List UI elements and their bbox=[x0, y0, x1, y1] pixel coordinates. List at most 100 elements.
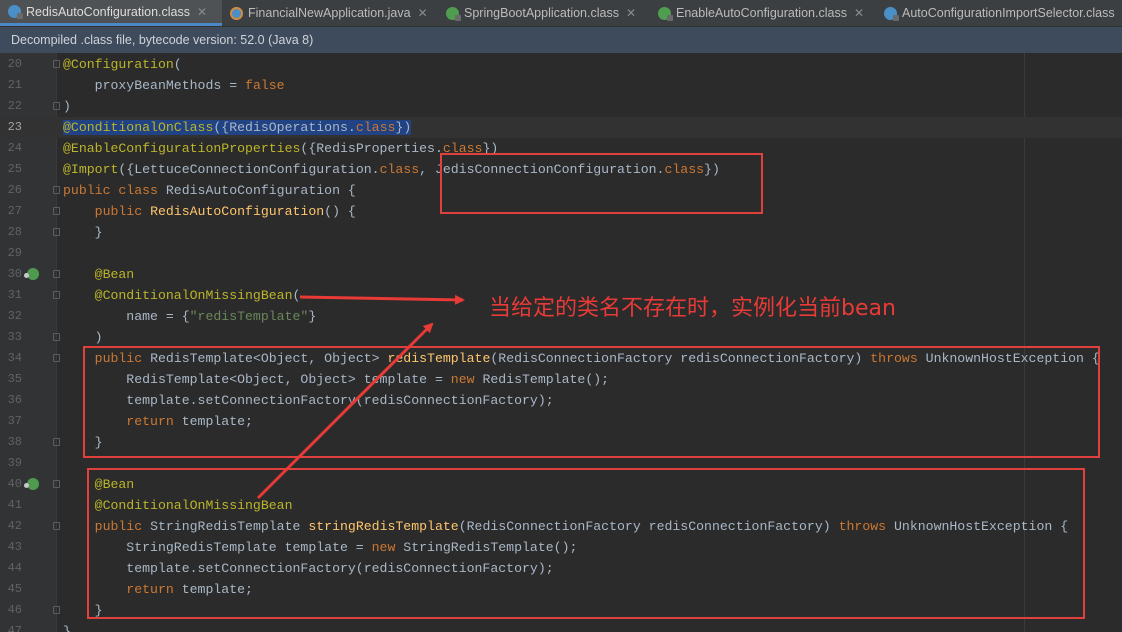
code-line[interactable]: 29 bbox=[0, 243, 1122, 264]
code-token: ( bbox=[292, 288, 301, 303]
code-token: } bbox=[308, 309, 317, 324]
fold-marker-icon[interactable] bbox=[53, 480, 60, 488]
code-token: @Bean bbox=[63, 267, 135, 282]
fold-marker-icon[interactable] bbox=[53, 606, 60, 614]
code-token: ( bbox=[173, 57, 182, 72]
code-token: RedisAutoConfiguration bbox=[150, 204, 325, 219]
tab-label: FinancialNewApplication.java bbox=[248, 6, 411, 20]
close-tab-icon[interactable]: ✕ bbox=[854, 6, 864, 20]
line-number: 20 bbox=[7, 57, 22, 71]
code-line[interactable]: 47} bbox=[0, 621, 1122, 632]
line-number: 25 bbox=[7, 162, 22, 176]
code-line[interactable]: 20 @Configuration( bbox=[0, 54, 1122, 75]
code-token: @Configuration bbox=[63, 57, 174, 72]
fold-marker-icon[interactable] bbox=[53, 438, 60, 446]
line-number: 21 bbox=[7, 78, 22, 92]
code-token: class bbox=[355, 120, 396, 135]
line-number: 35 bbox=[7, 372, 22, 386]
fold-marker-icon[interactable] bbox=[53, 333, 60, 341]
line-number: 26 bbox=[7, 183, 22, 197]
code-line[interactable]: 22) bbox=[0, 96, 1122, 117]
line-number: 34 bbox=[7, 351, 22, 365]
code-text: @ConditionalOnClass({RedisOperations.cla… bbox=[63, 117, 412, 138]
fold-marker-icon[interactable] bbox=[53, 522, 60, 530]
code-text: @EnableConfigurationProperties({RedisPro… bbox=[63, 138, 498, 159]
code-text: public RedisAutoConfiguration() { bbox=[63, 201, 356, 222]
code-token: () { bbox=[324, 204, 356, 219]
code-token: ) bbox=[63, 330, 103, 345]
tab-label: AutoConfigurationImportSelector.class bbox=[902, 6, 1115, 20]
code-token: ({LettuceConnectionConfiguration. bbox=[118, 162, 380, 177]
tab-4[interactable]: AutoConfigurationImportSelector.class bbox=[876, 0, 1122, 26]
line-number: 28 bbox=[7, 225, 22, 239]
code-line[interactable]: 21 proxyBeanMethods = false bbox=[0, 75, 1122, 96]
line-number: 32 bbox=[7, 309, 22, 323]
line-number: 29 bbox=[7, 246, 22, 260]
fold-marker-icon[interactable] bbox=[53, 207, 60, 215]
tab-label: SpringBootApplication.class bbox=[464, 6, 619, 20]
code-token: public bbox=[63, 204, 151, 219]
code-token: RedisAutoConfiguration { bbox=[165, 183, 356, 198]
fold-marker-icon[interactable] bbox=[53, 60, 60, 68]
line-number: 41 bbox=[7, 498, 22, 512]
code-token: @ConditionalOnMissingBean bbox=[63, 288, 293, 303]
code-token: @Import bbox=[63, 162, 119, 177]
bean-gutter-icon[interactable] bbox=[24, 268, 39, 280]
code-token: proxyBeanMethods = bbox=[63, 78, 246, 93]
java-file-icon bbox=[230, 6, 243, 20]
fold-marker-icon[interactable] bbox=[53, 228, 60, 236]
fold-marker-icon[interactable] bbox=[53, 291, 60, 299]
fold-marker-icon[interactable] bbox=[53, 270, 60, 278]
code-token: @ConditionalOnClass bbox=[63, 120, 214, 135]
code-text: proxyBeanMethods = false bbox=[63, 75, 285, 96]
fold-marker-icon[interactable] bbox=[53, 186, 60, 194]
highlight-box-jedis-import bbox=[440, 153, 763, 214]
code-line[interactable]: 23 @ConditionalOnClass({RedisOperations.c… bbox=[0, 117, 1122, 138]
line-number: 40 bbox=[7, 477, 22, 491]
line-number: 23 bbox=[7, 120, 22, 134]
line-number: 43 bbox=[7, 540, 22, 554]
line-number: 45 bbox=[7, 582, 22, 596]
tab-3[interactable]: EnableAutoConfiguration.class ✕ bbox=[650, 0, 876, 26]
code-token: ) bbox=[63, 99, 71, 114]
code-line[interactable]: 30 @Bean bbox=[0, 264, 1122, 285]
close-tab-icon[interactable]: ✕ bbox=[418, 6, 428, 20]
code-line[interactable]: 28 } bbox=[0, 222, 1122, 243]
line-number: 39 bbox=[7, 456, 22, 470]
line-number: 44 bbox=[7, 561, 22, 575]
code-token: } bbox=[63, 624, 71, 632]
code-text: @Configuration( bbox=[63, 54, 182, 75]
line-number: 36 bbox=[7, 393, 22, 407]
line-number: 46 bbox=[7, 603, 22, 617]
code-token: class bbox=[379, 162, 420, 177]
bean-gutter-icon[interactable] bbox=[24, 478, 39, 490]
line-number: 33 bbox=[7, 330, 22, 344]
code-token: public class bbox=[63, 183, 166, 198]
code-token: name = { bbox=[63, 309, 190, 324]
code-text: name = {"redisTemplate"} bbox=[63, 306, 316, 327]
line-number: 42 bbox=[7, 519, 22, 533]
line-number: 24 bbox=[7, 141, 22, 155]
line-number: 47 bbox=[7, 624, 22, 632]
tab-2[interactable]: SpringBootApplication.class ✕ bbox=[438, 0, 650, 26]
code-token: } bbox=[63, 225, 103, 240]
fold-marker-icon[interactable] bbox=[53, 354, 60, 362]
highlight-box-redis-template-method bbox=[83, 346, 1100, 458]
tab-1[interactable]: FinancialNewApplication.java ✕ bbox=[222, 0, 438, 26]
decompiled-info-bar: Decompiled .class file, bytecode version… bbox=[0, 27, 1122, 53]
code-line[interactable]: 33 ) bbox=[0, 327, 1122, 348]
fold-marker-icon[interactable] bbox=[53, 102, 60, 110]
code-text: } bbox=[63, 222, 103, 243]
editor-tab-bar: RedisAutoConfiguration.class ✕ FinancialNe… bbox=[0, 0, 1122, 27]
line-number: 27 bbox=[7, 204, 22, 218]
code-token: ({RedisProperties. bbox=[300, 141, 443, 156]
close-tab-icon[interactable]: ✕ bbox=[197, 5, 207, 19]
code-text: public class RedisAutoConfiguration { bbox=[63, 180, 356, 201]
close-tab-icon[interactable]: ✕ bbox=[626, 6, 636, 20]
code-token: "redisTemplate" bbox=[189, 309, 309, 324]
class-file-icon bbox=[8, 5, 23, 19]
code-text: } bbox=[63, 621, 71, 632]
line-number: 31 bbox=[7, 288, 22, 302]
code-token: false bbox=[245, 78, 285, 93]
tab-0[interactable]: RedisAutoConfiguration.class ✕ bbox=[0, 0, 222, 26]
